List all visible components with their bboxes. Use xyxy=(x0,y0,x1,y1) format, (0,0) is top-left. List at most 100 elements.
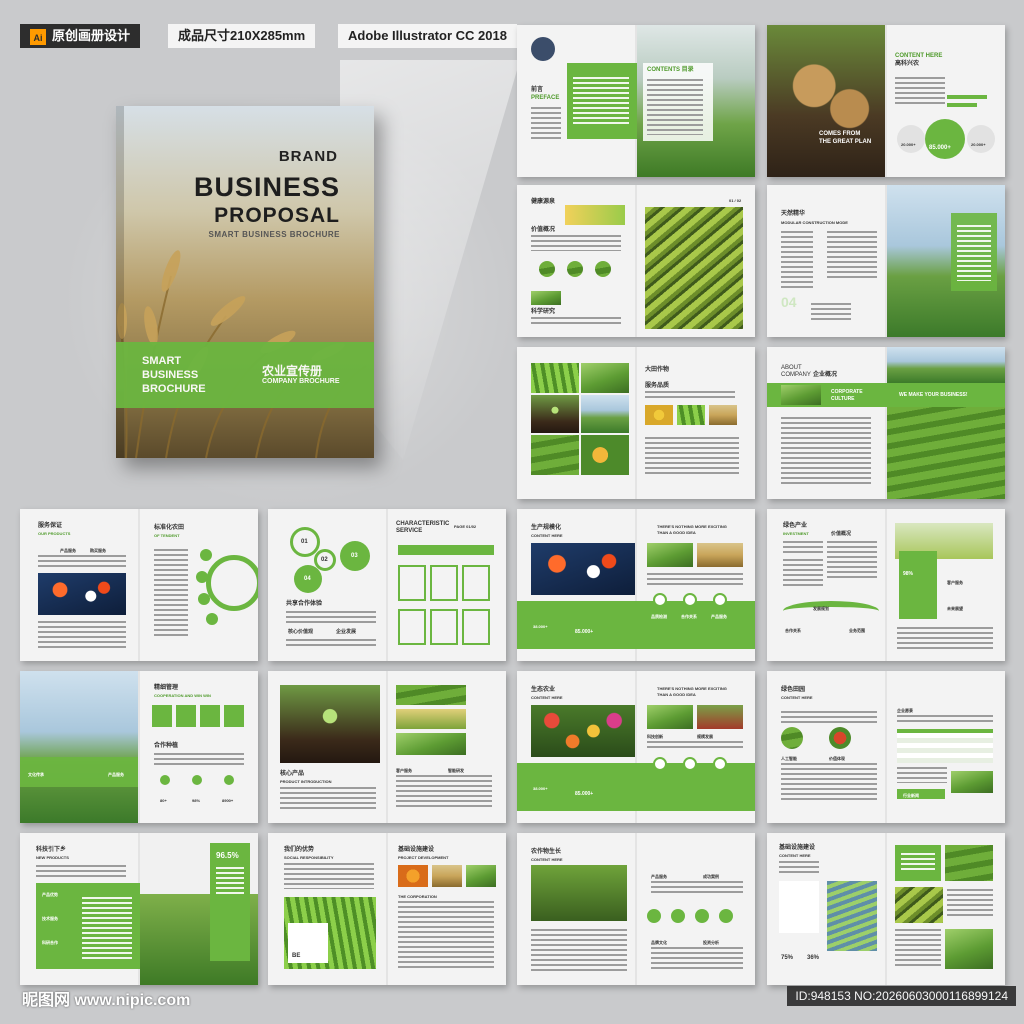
spread15-percent: 96.5% xyxy=(216,851,239,860)
icon-photo-1 xyxy=(539,261,555,277)
spread14-news-label: 行业新闻 xyxy=(903,793,919,798)
spread-tech-to-countryside: 科技引下乡 NEW PRODUCTS 产品优势 技术服务 科研合作 96.5% xyxy=(20,833,258,985)
spread7-subtitle: OUR PRODUCTS xyxy=(38,531,71,536)
size-tag: 成品尺寸210X285mm xyxy=(168,24,316,48)
crop-photo-1 xyxy=(531,363,579,393)
spread14-label-vision: 企业愿景 xyxy=(897,708,913,713)
stat-circle-center xyxy=(925,119,965,159)
spread6-strip-photo xyxy=(781,385,821,405)
spread9-text xyxy=(647,573,743,587)
spread16-title: 我们的优势 xyxy=(284,847,315,853)
spread6-about: ABOUT xyxy=(781,365,802,371)
spread7-text-1 xyxy=(38,555,126,569)
spread-field-crops: 大田作物 服务品质 xyxy=(517,347,755,499)
spread7-node-2 xyxy=(196,571,208,583)
spread10-label-future: 未来展望 xyxy=(947,606,963,611)
spread14-leaf-photo xyxy=(781,727,803,749)
spread16-fruit-photo xyxy=(398,865,428,887)
contents-title: CONTENTS 目录 xyxy=(647,67,694,73)
spread9-icon-3 xyxy=(713,593,727,607)
spread11-hex-2 xyxy=(176,705,196,727)
spread8-text-1 xyxy=(286,611,376,625)
spread17-label-3: 品牌文化 xyxy=(651,940,667,945)
spread5-photo-c xyxy=(709,405,737,425)
spread15-label-3: 科研合作 xyxy=(42,940,58,945)
cover-band-cn-title: 农业宣传册 xyxy=(262,364,323,378)
spread12-subtitle: PRODUCT INTRODUCTION xyxy=(280,779,332,784)
spread11-label-product: 产品服务 xyxy=(108,772,124,777)
spread8-label-2: 企业发展 xyxy=(336,629,357,635)
spread3-text-2 xyxy=(531,317,621,327)
cover-band-left: SMART BUSINESS BROCHURE xyxy=(142,354,206,396)
spread10-title: 绿色产业 xyxy=(783,523,808,529)
site-watermark: 昵图网 www.nipic.com xyxy=(22,992,191,1009)
spread9-label-3: 产品服务 xyxy=(711,614,727,619)
spread14-text-4 xyxy=(897,767,947,783)
spread8-card-2 xyxy=(430,565,458,601)
spread7-label-1: 产品服务 xyxy=(60,548,76,553)
spread14-text-1 xyxy=(781,711,877,723)
spread8-cn-title: 共享合作体验 xyxy=(286,601,323,607)
spread14-table xyxy=(897,729,993,763)
spread2-progress-2 xyxy=(947,103,977,107)
spread-preface: 前言 PREFACE CONTENTS 目录 xyxy=(517,25,755,177)
cover-title-1: BUSINESS xyxy=(193,172,340,202)
spread13-stat-1: 38.000+ xyxy=(533,786,548,791)
spread18-text-2 xyxy=(947,889,993,919)
spread9-icon-1 xyxy=(653,593,667,607)
spread6-culture: CULTURE xyxy=(831,396,855,402)
spread18-photo-3 xyxy=(945,929,993,969)
spread8-card-4 xyxy=(398,609,426,645)
koi-pond-image xyxy=(38,573,126,615)
spread13-icon-3 xyxy=(713,757,727,771)
preface-text xyxy=(531,107,561,139)
cover-band-line-3: BROCHURE xyxy=(142,383,206,395)
icon-photo-3 xyxy=(595,261,611,277)
spread11-title: 精细管理 xyxy=(154,685,179,691)
spread16-subtitle: SOCIAL RESPONSIBILITY xyxy=(284,855,334,860)
spread16-text-2 xyxy=(398,901,494,971)
spread6-sky-photo xyxy=(887,347,1005,383)
spread9-photo-b xyxy=(697,543,743,567)
spread7-node-3 xyxy=(198,593,210,605)
spread6-slogan: WE MAKE YOUR BUSINESS! xyxy=(899,392,968,398)
spread16-infrastructure: 基础设施建设 xyxy=(398,847,435,853)
spread17-node-3 xyxy=(695,909,709,923)
spread9-label-2: 合作关系 xyxy=(681,614,697,619)
contents-list xyxy=(647,79,703,135)
spread14-label-value: 价值体现 xyxy=(829,756,845,761)
spread-scale-production: 生产规模化 CONTENT HERE 38.000+ 85.000+ THERE… xyxy=(517,509,755,661)
spread13-icon-1 xyxy=(653,757,667,771)
spread15-bar-text xyxy=(216,867,244,897)
stat-circle-right xyxy=(967,125,995,153)
spread9-photo-a xyxy=(647,543,693,567)
spread9-stat-2: 85.000+ xyxy=(575,629,594,635)
spread16-text-1 xyxy=(284,863,374,889)
spread10-label-partner: 合作关系 xyxy=(785,628,801,633)
spread2-comes-from: COMES FROM xyxy=(819,131,861,137)
spread11-label-culture: 文化传承 xyxy=(28,772,44,777)
spread11-stat-2: 98% xyxy=(192,798,201,803)
spread16-grain-photo xyxy=(432,865,462,887)
cover-title-2: PROPOSAL xyxy=(214,204,340,227)
spread17-text-3 xyxy=(651,947,743,971)
crop-photo-2 xyxy=(581,363,629,393)
spread11-stat-3: 8900+ xyxy=(222,798,234,803)
spread8-characteristic: CHARACTERISTIC xyxy=(396,521,450,527)
cover-subtitle: SMART BUSINESS BROCHURE xyxy=(208,230,340,239)
terrace-image xyxy=(645,207,743,329)
preface-title: 前言 xyxy=(531,87,544,93)
spread12-text-1 xyxy=(280,787,376,811)
spread13-label-2: 规模发展 xyxy=(697,734,713,739)
spread14-subtitle: CONTENT HERE xyxy=(781,695,813,700)
spread9-subtitle: CONTENT HERE xyxy=(531,533,563,538)
spread18-white-card xyxy=(779,881,819,933)
spread10-text-1 xyxy=(783,541,823,555)
spread18-text-3 xyxy=(895,929,941,969)
spread5-title: 大田作物 xyxy=(645,367,670,373)
spread10-label-plan: 发展规划 xyxy=(813,606,829,611)
spread-characteristic-service: 01 02 03 04 共享合作体验 核心价值观 企业发展 CHARACTERI… xyxy=(268,509,506,661)
spread15-panel-text xyxy=(82,897,132,961)
bubble-2-label: 02 xyxy=(321,557,328,563)
spread9-green-band xyxy=(517,601,755,649)
